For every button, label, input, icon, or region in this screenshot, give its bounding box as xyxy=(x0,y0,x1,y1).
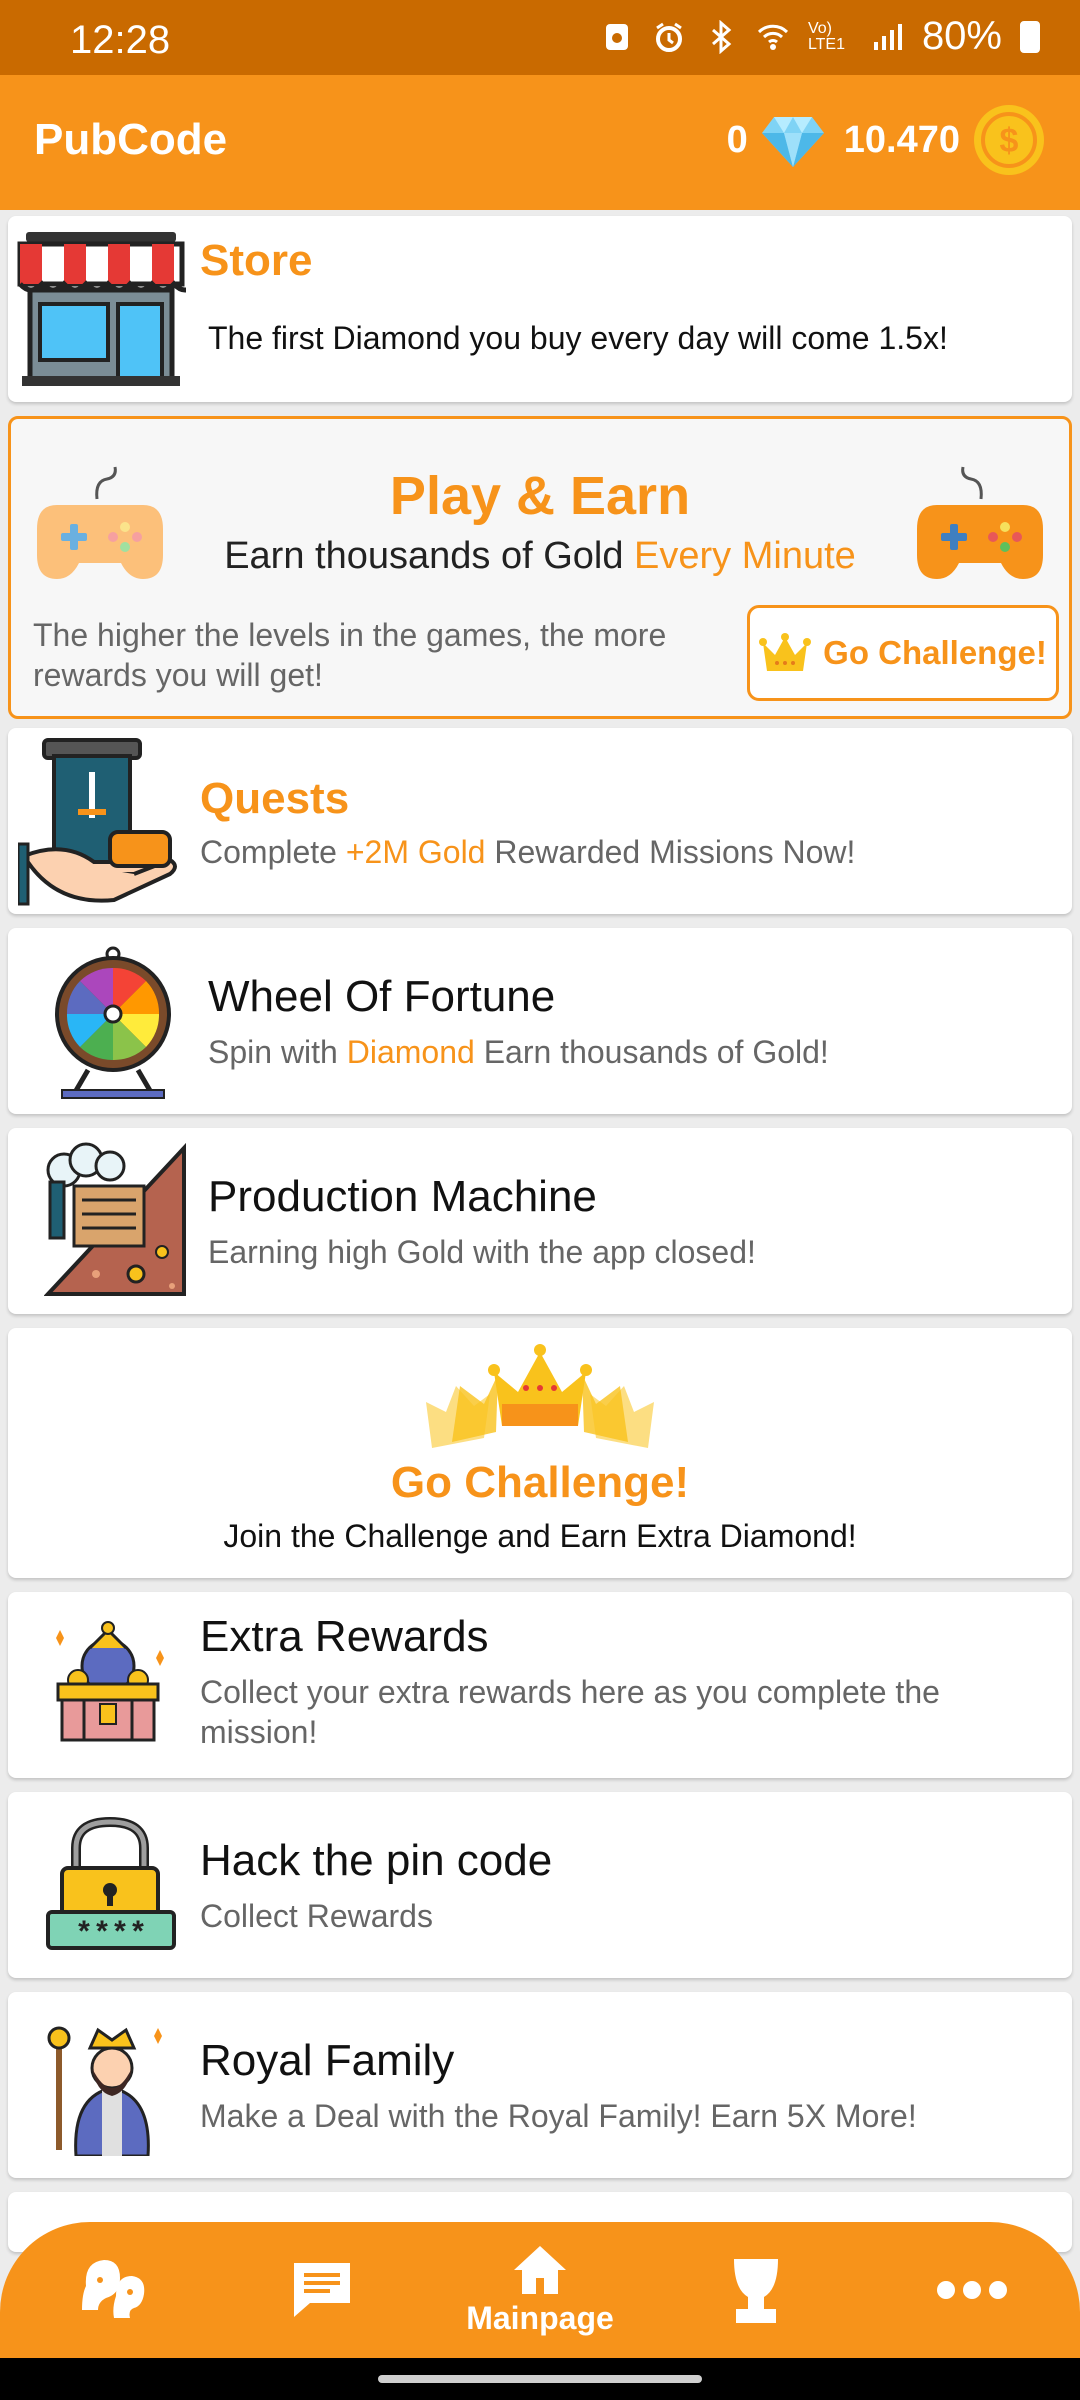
friends-icon xyxy=(82,2260,145,2318)
nav-leaderboard[interactable] xyxy=(696,2222,816,2358)
bluetooth-icon xyxy=(711,19,732,54)
app-bar: PubCode 0 10.470 $ xyxy=(0,75,1080,210)
royal-family-title: Royal Family xyxy=(200,2036,455,2085)
status-icons: Vo) LTE1 80% xyxy=(600,14,1040,59)
quest-scroll-icon xyxy=(18,738,177,906)
king-icon xyxy=(47,2026,162,2156)
gold-count: 10.470 xyxy=(843,118,960,161)
network-label: Vo) LTE1 xyxy=(807,19,845,53)
system-navigation-bar xyxy=(0,2358,1080,2400)
bottom-navigation: Mainpage xyxy=(0,2222,1080,2358)
production-subtitle: Earning high Gold with the app closed! xyxy=(208,1234,756,1270)
store-subtitle: The first Diamond you buy every day will… xyxy=(208,320,948,356)
fortune-wheel-icon xyxy=(55,946,171,1099)
padlock-icon: **** xyxy=(46,1816,176,1952)
store-title: Store xyxy=(200,236,313,285)
store-icon xyxy=(17,232,186,386)
quests-subtitle: Complete +2M Gold Rewarded Missions Now! xyxy=(200,834,855,871)
play-earn-card[interactable]: Play & Earn Earn thousands of Gold Every… xyxy=(8,416,1072,719)
balances[interactable]: 0 10.470 $ xyxy=(727,103,1046,177)
go-challenge-button[interactable]: Go Challenge! xyxy=(747,605,1059,701)
extra-rewards-title: Extra Rewards xyxy=(200,1612,489,1661)
royal-family-subtitle: Make a Deal with the Royal Family! Earn … xyxy=(200,2098,917,2134)
quests-subtitle-a: Complete xyxy=(200,834,346,870)
wheel-subtitle-c: Earn thousands of Gold! xyxy=(474,1034,829,1070)
play-earn-subtitle: Earn thousands of Gold Every Minute xyxy=(11,535,1069,578)
chat-icon xyxy=(294,2263,350,2317)
diamond-count: 0 xyxy=(726,118,748,161)
extra-rewards-subtitle: Collect your extra rewards here as you c… xyxy=(200,1674,940,1750)
wifi-icon xyxy=(757,24,788,50)
go-challenge-title: Go Challenge! xyxy=(390,1458,690,1507)
svg-text:$: $ xyxy=(1000,122,1019,160)
play-earn-title: Play & Earn xyxy=(389,466,691,526)
wheel-subtitle: Spin with Diamond Earn thousands of Gold… xyxy=(208,1034,829,1071)
wheel-subtitle-a: Spin with xyxy=(208,1034,347,1070)
extra-rewards-card[interactable]: Extra Rewards Collect your extra rewards… xyxy=(8,1592,1072,1778)
hack-pin-code-card[interactable]: **** Hack the pin code Collect Rewards xyxy=(8,1792,1072,1978)
go-challenge-card[interactable]: Go Challenge! Join the Challenge and Ear… xyxy=(8,1328,1072,1578)
diamond-icon xyxy=(761,117,824,167)
app-title: PubCode xyxy=(34,115,228,164)
go-challenge-label: Go Challenge! xyxy=(823,634,1047,671)
crown-icon xyxy=(759,633,812,671)
nav-friends[interactable] xyxy=(50,2222,170,2358)
app-notification-icon xyxy=(605,23,628,50)
play-earn-subtitle-highlight: Every Minute xyxy=(634,535,856,577)
wheel-subtitle-highlight: Diamond xyxy=(346,1034,475,1070)
battery-percent: 80% xyxy=(921,14,1002,58)
wheel-of-fortune-card[interactable]: Wheel Of Fortune Spin with Diamond Earn … xyxy=(8,928,1072,1114)
gold-coin-icon: $ xyxy=(974,105,1044,175)
nav-mainpage-label: Mainpage xyxy=(466,2299,614,2336)
hack-pin-title: Hack the pin code xyxy=(200,1836,553,1885)
wheel-title: Wheel Of Fortune xyxy=(208,972,556,1021)
production-title: Production Machine xyxy=(208,1172,597,1221)
hack-pin-subtitle: Collect Rewards xyxy=(200,1898,433,1934)
crowns-icon xyxy=(426,1344,654,1448)
pin-code-stars: **** xyxy=(75,1918,147,1952)
nav-mainpage[interactable]: Mainpage xyxy=(440,2222,640,2358)
factory-icon xyxy=(44,1142,186,1296)
home-icon xyxy=(514,2245,566,2294)
quests-card[interactable]: Quests Complete +2M Gold Rewarded Missio… xyxy=(8,728,1072,914)
go-challenge-subtitle: Join the Challenge and Earn Extra Diamon… xyxy=(223,1518,857,1554)
quests-title: Quests xyxy=(200,774,350,823)
signal-icon xyxy=(873,23,902,50)
nav-messages[interactable] xyxy=(262,2222,382,2358)
status-bar: 12:28 Vo) LTE1 80% xyxy=(0,0,1080,75)
alarm-icon xyxy=(655,22,682,52)
play-earn-description: The higher the levels in the games, the … xyxy=(33,617,667,693)
more-dots-icon xyxy=(937,2281,1007,2299)
quests-subtitle-c: Rewarded Missions Now! xyxy=(485,834,856,870)
home-gesture-bar[interactable] xyxy=(378,2375,702,2383)
play-earn-subtitle-text: Earn thousands of Gold xyxy=(224,535,635,577)
nav-more[interactable] xyxy=(912,2222,1032,2358)
treasure-chest-icon xyxy=(56,1621,164,1742)
quests-subtitle-highlight: +2M Gold xyxy=(345,834,486,870)
battery-icon xyxy=(1020,20,1040,53)
store-card[interactable]: Store The first Diamond you buy every da… xyxy=(8,216,1072,402)
trophy-icon xyxy=(734,2259,778,2323)
royal-family-card[interactable]: Royal Family Make a Deal with the Royal … xyxy=(8,1992,1072,2178)
status-time: 12:28 xyxy=(70,18,171,62)
production-machine-card[interactable]: Production Machine Earning high Gold wit… xyxy=(8,1128,1072,1314)
